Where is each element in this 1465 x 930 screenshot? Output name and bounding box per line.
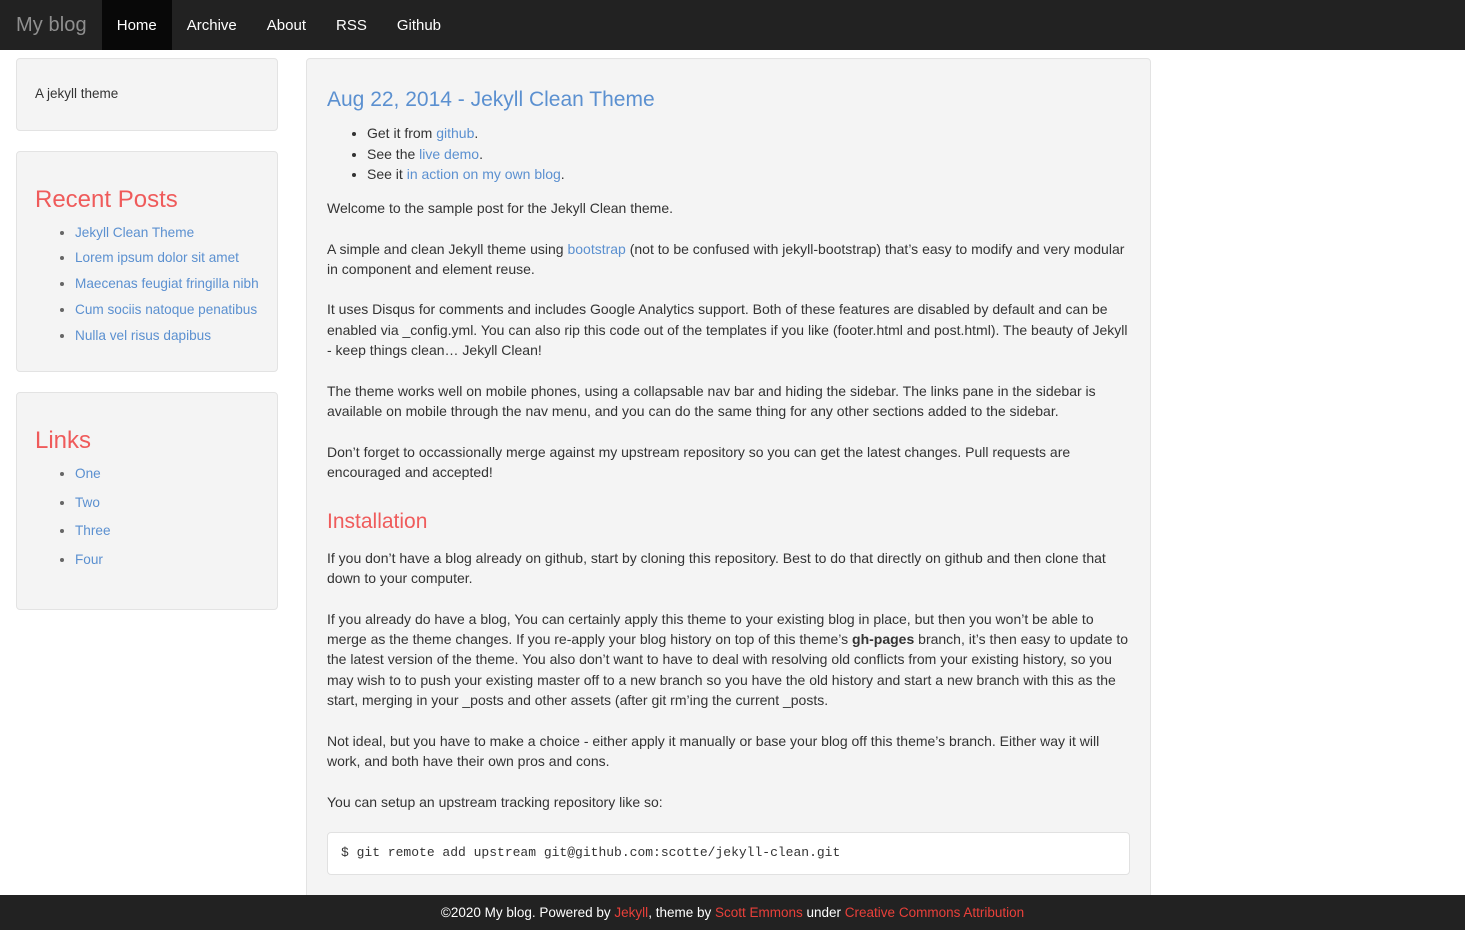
recent-posts-list: Jekyll Clean Theme Lorem ipsum dolor sit… xyxy=(35,223,259,346)
page-title: Aug 22, 2014 - Jekyll Clean Theme xyxy=(327,87,1130,113)
paragraph-install-1: If you don’t have a blog already on gith… xyxy=(327,549,1106,587)
bullet-suffix: . xyxy=(479,145,483,162)
sidebar-link-three[interactable]: Three xyxy=(75,523,111,538)
paragraph-welcome: Welcome to the sample post for the Jekyl… xyxy=(327,200,674,217)
own-blog-link[interactable]: in action on my own blog xyxy=(407,166,561,182)
list-item: See it in action on my own blog. xyxy=(367,164,1130,184)
list-item[interactable]: Two xyxy=(75,493,259,513)
code-block-remote-add: $ git remote add upstream git@github.com… xyxy=(327,832,1130,875)
footer-credit: ©2020 My blog. Powered by Jekyll, theme … xyxy=(441,906,1024,920)
nav-link-about[interactable]: About xyxy=(252,0,321,50)
site-tagline: A jekyll theme xyxy=(35,86,119,101)
links-heading: Links xyxy=(35,427,92,455)
list-item: See the live demo. xyxy=(367,144,1130,164)
recent-posts-heading: Recent Posts xyxy=(35,185,178,213)
brand-link[interactable]: My blog xyxy=(0,0,102,50)
sidebar-link-two[interactable]: Two xyxy=(75,495,100,510)
nav-link-github[interactable]: Github xyxy=(382,0,456,50)
under-text: under xyxy=(802,904,845,920)
paragraph-mobile: The theme works well on mobile phones, u… xyxy=(327,382,1096,420)
nav-link-home[interactable]: Home xyxy=(101,0,172,50)
bullet-prefix: Get it from xyxy=(367,125,437,142)
post-intro-list: Get it from github. See the live demo. S… xyxy=(327,123,1130,184)
nav-link-rss[interactable]: RSS xyxy=(321,0,382,50)
copyright-text: ©2020 My blog. Powered by xyxy=(440,904,615,920)
links-list: One Two Three Four xyxy=(35,464,259,570)
nav-item-about[interactable]: About xyxy=(252,0,321,50)
list-item[interactable]: Maecenas feugiat fringilla nibh xyxy=(75,274,259,294)
list-item[interactable]: Cum sociis natoque penatibus xyxy=(75,300,259,320)
post-content-panel: Aug 22, 2014 - Jekyll Clean Theme Get it… xyxy=(306,58,1151,895)
post-title-link[interactable]: Aug 22, 2014 - Jekyll Clean Theme xyxy=(327,88,655,111)
sidebar-link-one[interactable]: One xyxy=(75,466,101,481)
list-item[interactable]: Lorem ipsum dolor sit amet xyxy=(75,248,259,268)
site-footer: ©2020 My blog. Powered by Jekyll, theme … xyxy=(0,895,1465,930)
list-item: Get it from github. xyxy=(367,123,1130,143)
list-item[interactable]: Three xyxy=(75,521,259,541)
recent-posts-section: Recent Posts Jekyll Clean Theme Lorem ip… xyxy=(17,152,277,371)
bootstrap-link[interactable]: bootstrap xyxy=(567,241,625,257)
links-section: Links One Two Three Four xyxy=(17,393,277,609)
recent-post-link[interactable]: Lorem ipsum dolor sit amet xyxy=(75,250,239,265)
nav-link-archive[interactable]: Archive xyxy=(172,0,252,50)
sidebar-link-four[interactable]: Four xyxy=(75,552,103,567)
sidebar-panel-links: Links One Two Three Four xyxy=(16,392,278,610)
nav-item-home[interactable]: Home xyxy=(101,0,172,50)
bullet-prefix: See the xyxy=(367,145,420,162)
sidebar-panel-recent-posts: Recent Posts Jekyll Clean Theme Lorem ip… xyxy=(16,150,278,373)
page-body: A jekyll theme Recent Posts Jekyll Clean… xyxy=(0,50,1465,895)
nav-item-rss[interactable]: RSS xyxy=(321,0,382,50)
recent-post-link[interactable]: Jekyll Clean Theme xyxy=(75,225,194,240)
paragraph-simple-theme: A simple and clean Jekyll theme using bo… xyxy=(327,239,1130,280)
list-item[interactable]: Jekyll Clean Theme xyxy=(75,223,259,243)
sidebar-panel-tagline: A jekyll theme xyxy=(16,58,278,131)
text-run: A simple and clean Jekyll theme using xyxy=(327,240,568,257)
paragraph-disqus: It uses Disqus for comments and includes… xyxy=(327,301,1128,359)
author-link[interactable]: Scott Emmons xyxy=(715,905,803,920)
paragraph-not-ideal: Not ideal, but you have to make a choice… xyxy=(327,732,1100,770)
jekyll-link[interactable]: Jekyll xyxy=(614,905,648,920)
recent-post-link[interactable]: Maecenas feugiat fringilla nibh xyxy=(75,276,259,291)
list-item[interactable]: Nulla vel risus dapibus xyxy=(75,326,259,346)
bullet-suffix: . xyxy=(560,165,565,182)
nav-item-archive[interactable]: Archive xyxy=(172,0,252,50)
theme-by-text: , theme by xyxy=(648,904,715,920)
github-link[interactable]: github xyxy=(436,125,474,141)
live-demo-link[interactable]: live demo xyxy=(419,146,479,162)
paragraph-install-2: If you already do have a blog, You can c… xyxy=(327,609,1130,711)
bullet-suffix: . xyxy=(474,125,479,142)
nav-item-github[interactable]: Github xyxy=(382,0,456,50)
top-navbar: My blog Home Archive About RSS Github xyxy=(0,0,1465,50)
nav-menu: Home Archive About RSS Github xyxy=(101,0,456,50)
paragraph-merge: Don’t forget to occassionally merge agai… xyxy=(327,443,1071,481)
license-link[interactable]: Creative Commons Attribution xyxy=(845,905,1024,920)
recent-post-link[interactable]: Cum sociis natoque penatibus xyxy=(75,302,257,317)
bullet-prefix: See it xyxy=(367,165,407,182)
list-item[interactable]: Four xyxy=(75,550,259,570)
list-item[interactable]: One xyxy=(75,464,259,484)
recent-post-link[interactable]: Nulla vel risus dapibus xyxy=(75,328,211,343)
gh-pages-emphasis: gh-pages xyxy=(852,631,915,648)
paragraph-upstream-intro: You can setup an upstream tracking repos… xyxy=(327,793,663,810)
sidebar: A jekyll theme Recent Posts Jekyll Clean… xyxy=(16,58,278,630)
installation-heading: Installation xyxy=(327,509,428,533)
